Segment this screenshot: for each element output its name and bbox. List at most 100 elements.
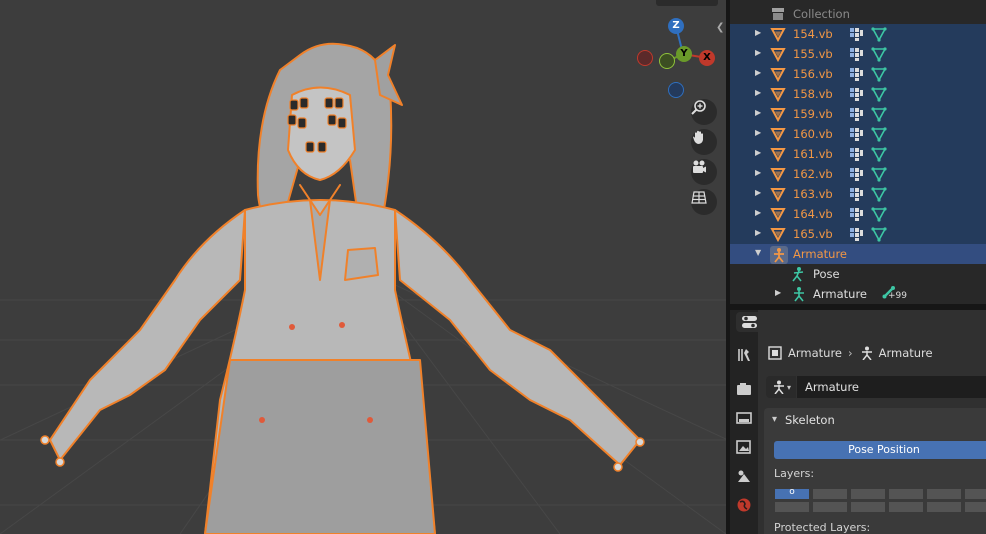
mesh-data-icon[interactable] — [871, 206, 887, 225]
expand-triangle-icon[interactable]: ▶ — [755, 188, 761, 197]
mesh-object-icon — [770, 226, 786, 245]
outliner[interactable]: Collection ▶ 154.vb ▶ 155.vb ▶ 156.vb ▶ 158.vb ▶… — [730, 0, 986, 304]
modifier-icon[interactable] — [850, 187, 864, 204]
tab-scene[interactable] — [733, 465, 755, 487]
mesh-data-icon[interactable] — [871, 126, 887, 145]
gizmo-neg-z[interactable] — [668, 82, 684, 98]
layer-toggle[interactable] — [926, 488, 962, 500]
modifier-icon[interactable] — [850, 87, 864, 104]
properties-editor[interactable]: ▾ Armature › Armature ▾ Armature ▾ Skele… — [730, 310, 986, 534]
layer-toggle[interactable] — [812, 488, 848, 500]
navigation-gizmo[interactable]: Z Y X — [634, 16, 720, 102]
mesh-data-icon[interactable] — [871, 106, 887, 125]
expand-triangle-icon[interactable]: ▶ — [775, 288, 781, 297]
panel-title: Skeleton — [785, 413, 835, 427]
tab-render[interactable] — [733, 378, 755, 400]
gizmo-x-axis[interactable]: X — [699, 50, 715, 66]
pan-button[interactable] — [691, 129, 717, 155]
outliner-row-pose[interactable]: Pose — [730, 264, 986, 284]
tab-output[interactable] — [733, 407, 755, 429]
pose-position-button[interactable]: Pose Position — [774, 441, 986, 459]
perspective-toggle-button[interactable] — [691, 189, 717, 215]
chevron-down-icon: ▾ — [772, 414, 778, 425]
scene-icon — [738, 470, 750, 482]
gizmo-z-axis[interactable]: Z — [668, 18, 684, 34]
mesh-data-icon[interactable] — [871, 146, 887, 165]
outliner-row-mesh[interactable]: ▶ 154.vb — [730, 24, 986, 44]
mesh-object-icon — [770, 26, 786, 45]
outliner-row-mesh[interactable]: ▶ 161.vb — [730, 144, 986, 164]
expand-triangle-icon[interactable]: ▶ — [755, 228, 761, 237]
expand-triangle-icon[interactable]: ▶ — [755, 128, 761, 137]
expand-triangle-icon[interactable]: ▶ — [755, 88, 761, 97]
expand-triangle-icon[interactable]: ▶ — [755, 168, 761, 177]
expand-triangle-icon[interactable]: ▶ — [755, 148, 761, 157]
outliner-label: 162.vb — [793, 167, 833, 181]
sidebar-toggle-icon[interactable]: ❮ — [716, 22, 724, 33]
expand-triangle-icon[interactable]: ▶ — [755, 28, 761, 37]
layer-toggle[interactable] — [964, 501, 986, 513]
outliner-row-collection[interactable]: Collection — [730, 4, 986, 24]
outliner-row-mesh[interactable]: ▶ 163.vb — [730, 184, 986, 204]
layer-toggle[interactable]: o — [774, 487, 810, 500]
expand-triangle-icon[interactable]: ▶ — [755, 208, 761, 217]
mesh-data-icon[interactable] — [871, 86, 887, 105]
properties-editor-icon — [741, 316, 757, 328]
hand-icon — [693, 130, 703, 144]
datablock-browse-button[interactable]: ▾ — [766, 376, 796, 398]
3d-viewport[interactable]: Z Y X ❮ — [0, 0, 726, 534]
mesh-object-icon — [770, 206, 786, 225]
mesh-data-icon[interactable] — [871, 186, 887, 205]
modifier-icon[interactable] — [850, 227, 864, 244]
modifier-icon[interactable] — [850, 127, 864, 144]
modifier-icon[interactable] — [850, 67, 864, 84]
tab-view-layer[interactable] — [733, 436, 755, 458]
tab-world[interactable] — [733, 494, 755, 516]
gizmo-y-axis[interactable]: Y — [676, 46, 692, 62]
zoom-button[interactable] — [691, 99, 717, 125]
mesh-data-icon[interactable] — [871, 166, 887, 185]
layer-toggle[interactable] — [888, 501, 924, 513]
gizmo-neg-x[interactable] — [637, 50, 653, 66]
expand-triangle-icon[interactable]: ▶ — [755, 68, 761, 77]
outliner-row-mesh[interactable]: ▶ 164.vb — [730, 204, 986, 224]
outliner-row-mesh[interactable]: ▶ 156.vb — [730, 64, 986, 84]
layer-toggle[interactable] — [850, 488, 886, 500]
armature-datablock-selector[interactable]: ▾ Armature — [766, 376, 986, 398]
layer-toggle[interactable] — [774, 501, 810, 513]
mesh-data-icon[interactable] — [871, 46, 887, 65]
outliner-row-mesh[interactable]: ▶ 165.vb — [730, 224, 986, 244]
skeleton-panel-header[interactable]: ▾ Skeleton — [764, 408, 986, 432]
header-chip[interactable] — [656, 0, 718, 6]
outliner-row-mesh[interactable]: ▶ 159.vb — [730, 104, 986, 124]
datablock-name-field[interactable]: Armature — [797, 376, 986, 398]
outliner-row-mesh[interactable]: ▶ 160.vb — [730, 124, 986, 144]
modifier-icon[interactable] — [850, 107, 864, 124]
modifier-icon[interactable] — [850, 207, 864, 224]
expand-triangle-icon[interactable]: ▶ — [755, 48, 761, 57]
outliner-row-mesh[interactable]: ▶ 158.vb — [730, 84, 986, 104]
outliner-row-mesh[interactable]: ▶ 162.vb — [730, 164, 986, 184]
tab-tool[interactable] — [733, 344, 755, 366]
outliner-row-mesh[interactable]: ▶ 155.vb — [730, 44, 986, 64]
layer-toggle[interactable] — [926, 501, 962, 513]
modifier-icon[interactable] — [850, 147, 864, 164]
layer-toggle[interactable] — [888, 488, 924, 500]
outliner-row-armature-data[interactable]: ▶ Armature +99 — [730, 284, 986, 304]
camera-view-button[interactable] — [691, 159, 717, 185]
outliner-label: 159.vb — [793, 107, 833, 121]
layer-toggle[interactable] — [812, 501, 848, 513]
gizmo-neg-y[interactable] — [659, 53, 675, 69]
layer-toggle[interactable] — [964, 488, 986, 500]
modifier-icon[interactable] — [850, 27, 864, 44]
expand-triangle-icon[interactable]: ▶ — [755, 108, 761, 117]
layer-toggle[interactable] — [850, 501, 886, 513]
mesh-data-icon[interactable] — [871, 226, 887, 245]
modifier-icon[interactable] — [850, 167, 864, 184]
outliner-row-armature[interactable]: ▼ Armature — [730, 244, 986, 264]
outliner-label: 154.vb — [793, 27, 833, 41]
mesh-data-icon[interactable] — [871, 66, 887, 85]
collapse-triangle-icon[interactable]: ▼ — [755, 248, 761, 257]
modifier-icon[interactable] — [850, 47, 864, 64]
mesh-data-icon[interactable] — [871, 26, 887, 45]
